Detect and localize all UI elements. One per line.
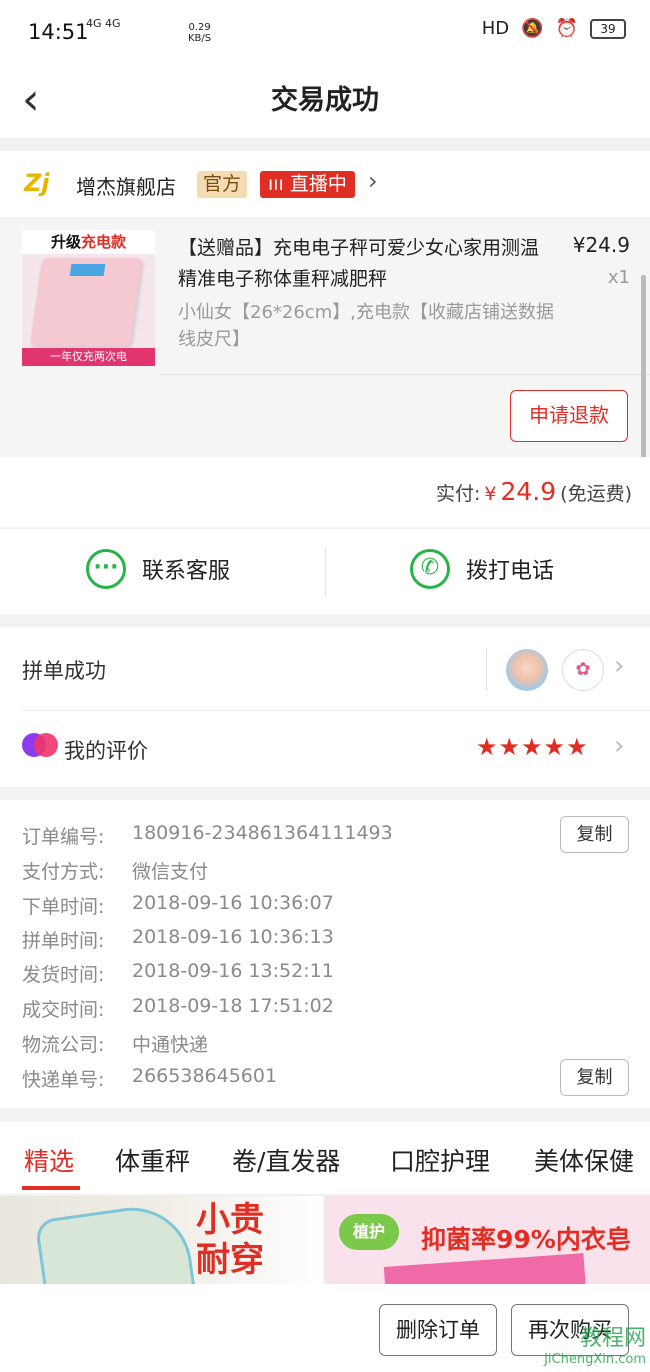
rating-logo-icon — [22, 733, 58, 761]
star-icon: ★ — [498, 733, 522, 761]
order-info-row: 拼单时间: 2018-09-16 10:36:13 — [22, 926, 334, 952]
payment-summary: 实付: ¥ 24.9 (免运费) — [0, 457, 650, 527]
product-banner[interactable]: 小贵 耐穿 — [0, 1196, 323, 1284]
shop-logo: Zj — [24, 169, 50, 197]
signal-icon: 4G 4G — [86, 17, 121, 30]
product-banner[interactable]: 植护 抑菌率99%内衣皂 — [325, 1196, 650, 1284]
order-info-row: 订单编号: 180916-234861364111493 — [22, 822, 393, 848]
order-info-row: 物流公司: 中通快递 — [22, 1034, 209, 1056]
star-icon: ★ — [566, 733, 589, 761]
thumb-bottom-text: 一年仅充两次电 — [22, 348, 155, 366]
shop-name[interactable]: 增杰旗舰店 — [76, 171, 176, 200]
banner-text: 小贵 耐穿 — [196, 1200, 264, 1280]
star-icon: ★ — [521, 733, 544, 761]
status-bar: 14:51 4G 4G 0.29 KB/S HD 🔕 ⏰ 39 — [0, 0, 650, 64]
paid-currency: ¥ — [484, 483, 497, 505]
product-title[interactable]: 【送赠品】充电电子秤可爱少女心家用测温精准电子称体重秤减肥秤 — [178, 233, 548, 295]
order-info-row: 支付方式: 微信支付 — [22, 861, 209, 883]
recommend-tabs: 精选 体重秤 卷/直发器 口腔护理 美体保健 — [0, 1122, 650, 1194]
order-info-row: 下单时间: 2018-09-16 10:36:07 — [22, 892, 334, 918]
my-rating-label[interactable]: 我的评价 — [64, 735, 148, 765]
avatar[interactable]: ✿ — [562, 649, 604, 691]
divider — [486, 649, 487, 691]
network-speed: 0.29 KB/S — [188, 22, 212, 44]
page-title: 交易成功 — [271, 85, 379, 116]
delete-order-button[interactable]: 删除订单 — [379, 1304, 497, 1356]
copy-order-id-button[interactable]: 复制 — [560, 816, 629, 853]
tab-oral-care[interactable]: 口腔护理 — [390, 1142, 490, 1178]
phone-icon: ✆ — [410, 549, 450, 589]
order-info-row: 快递单号: 266538645601 — [22, 1065, 278, 1091]
brand-logo: 植护 — [339, 1214, 399, 1250]
tab-body-care[interactable]: 美体保健 — [534, 1142, 634, 1178]
product-price: ¥24.9 — [572, 233, 630, 257]
tab-hair-curler[interactable]: 卷/直发器 — [232, 1142, 340, 1178]
group-rating-card: 拼单成功 ✿ › 我的评价 ★★★★★ › — [0, 627, 650, 787]
refund-button[interactable]: 申请退款 — [510, 390, 628, 442]
product-qty: x1 — [607, 267, 630, 288]
product-sku: 小仙女【26*26cm】,充电款【收藏店铺送数据线皮尺】 — [178, 302, 554, 350]
contact-bar: ··· 联系客服 ✆ 拨打电话 — [0, 528, 650, 614]
chevron-right-icon[interactable]: › — [368, 167, 378, 195]
battery-icon: 39 — [590, 18, 626, 39]
alarm-icon: ⏰ — [555, 18, 578, 39]
chat-icon: ··· — [86, 549, 126, 589]
paid-row: 实付: ¥ 24.9 (免运费) — [436, 477, 632, 506]
watermark: 教程网 JiChengXin.com — [544, 1326, 646, 1367]
tab-featured[interactable]: 精选 — [24, 1142, 74, 1178]
tab-weight-scale[interactable]: 体重秤 — [115, 1142, 190, 1178]
avatar[interactable] — [506, 649, 548, 691]
shop-card: Zj 增杰旗舰店 官方 ııı 直播中 › 升级充电款 一年仅充两次电 【送赠品… — [0, 151, 650, 515]
chevron-right-icon[interactable]: › — [614, 731, 624, 761]
contact-service-label: 联系客服 — [142, 559, 231, 584]
paid-amount: 24.9 — [500, 477, 557, 506]
live-badge: ııı 直播中 — [260, 171, 355, 198]
order-info-row: 成交时间: 2018-09-18 17:51:02 — [22, 995, 334, 1021]
divider — [22, 710, 650, 711]
rating-stars: ★★★★★ — [476, 733, 589, 761]
group-success-label[interactable]: 拼单成功 — [22, 655, 106, 685]
banner-text: 抑菌率99%内衣皂 — [421, 1225, 631, 1254]
status-time: 14:51 — [28, 20, 89, 44]
tab-active-indicator — [22, 1186, 80, 1190]
official-badge: 官方 — [197, 171, 248, 198]
nav-header: ‹ 交易成功 — [0, 64, 650, 138]
scale-image — [29, 258, 143, 346]
product-thumbnail[interactable]: 升级充电款 一年仅充两次电 — [22, 230, 155, 366]
call-phone-label: 拨打电话 — [466, 559, 555, 584]
star-icon: ★ — [476, 733, 499, 761]
paid-note: (免运费) — [560, 483, 632, 505]
divider — [160, 374, 650, 375]
soap-image — [383, 1253, 587, 1284]
paid-label: 实付: — [436, 483, 481, 505]
product-item[interactable]: 升级充电款 一年仅充两次电 【送赠品】充电电子秤可爱少女心家用测温精准电子称体重… — [0, 217, 650, 515]
thumb-top-text: 升级充电款 — [22, 230, 155, 254]
mute-icon: 🔕 — [521, 18, 544, 39]
divider — [325, 547, 326, 597]
chevron-right-icon[interactable]: › — [614, 651, 624, 681]
shop-row[interactable]: Zj 增杰旗舰店 官方 ııı 直播中 › — [0, 151, 650, 217]
order-info: 订单编号: 180916-234861364111493 复制 支付方式: 微信支付… — [0, 800, 650, 1108]
contact-service-button[interactable]: ··· 联系客服 — [86, 549, 230, 589]
call-phone-button[interactable]: ✆ 拨打电话 — [410, 549, 554, 589]
copy-tracking-button[interactable]: 复制 — [560, 1059, 629, 1096]
sock-image — [34, 1200, 196, 1284]
star-icon: ★ — [543, 733, 567, 761]
hd-label: HD — [481, 18, 510, 39]
order-info-row: 发货时间: 2018-09-16 13:52:11 — [22, 960, 334, 986]
status-right: HD 🔕 ⏰ 39 — [482, 18, 626, 39]
